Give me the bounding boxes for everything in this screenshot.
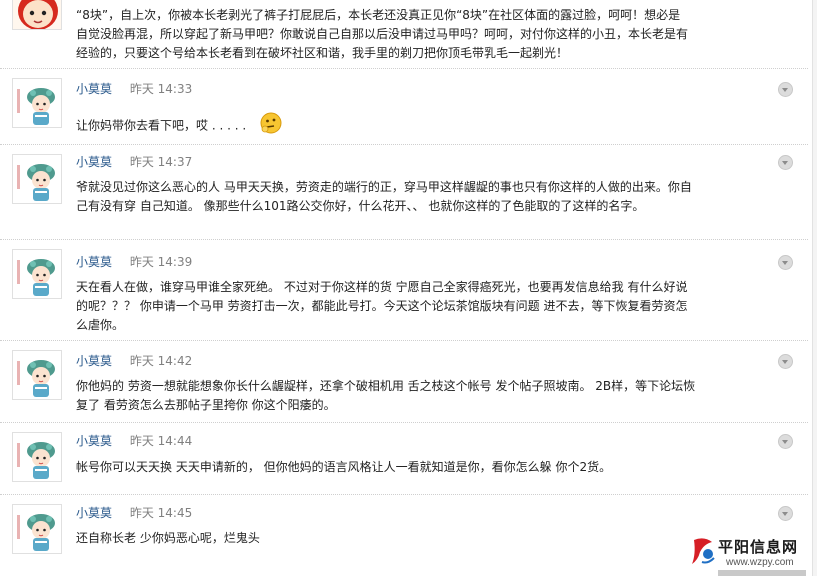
comment-menu-button[interactable] [778, 434, 793, 449]
watermark-bar [718, 570, 806, 576]
avatar[interactable] [12, 350, 62, 400]
comment-meta: 小莫莫 昨天 14:45 [76, 505, 192, 521]
post-time: 昨天 14:33 [129, 82, 193, 96]
post-time: 昨天 14:37 [129, 155, 193, 169]
comment-text: 天在看人在做，谁穿马甲谁全家死绝。 不过对于你这样的货 宁愿自己全家得癌死光，也… [76, 280, 688, 332]
comment-menu-button[interactable] [778, 155, 793, 170]
comment-text: 还自称长老 少你妈恶心呢，烂鬼头 [76, 531, 260, 545]
avatar[interactable] [12, 78, 62, 128]
cartoon-girl-avatar-icon [13, 505, 61, 553]
comment-item: 小莫莫 昨天 14:44 帐号你可以天天换 天天申请新的， 但你他妈的语言风格让… [0, 423, 808, 495]
user-name-link[interactable]: 小莫莫 [76, 155, 112, 169]
user-name-link[interactable]: 小莫莫 [76, 434, 112, 448]
comment-text: “8块”，自上次，你被本长老剥光了裤子打屁屁后，本长老还没真正见你“8块”在社区… [76, 8, 689, 60]
comment-item: 小莫莫 昨天 14:37 爷就没见过你这么恶心的人 马甲天天换，劳资走的端行的正… [0, 145, 808, 240]
thinking-emoji-icon [260, 112, 282, 140]
comment-text: 让你妈带你去看下吧，哎 . . . . . [76, 112, 696, 140]
comment-menu-button[interactable] [778, 255, 793, 270]
comment-item: 小莫莫 昨天 14:45 还自称长老 少你妈恶心呢，烂鬼头 [0, 495, 808, 576]
avatar[interactable] [12, 0, 62, 30]
comment-menu-button[interactable] [778, 506, 793, 521]
comment-meta: 小莫莫 昨天 14:39 [76, 254, 192, 270]
site-watermark: 平阳信息网 www.wzpy.com [690, 534, 815, 576]
comment-meta: 小莫莫 昨天 14:33 [76, 81, 192, 97]
comment-meta: 小莫莫 昨天 14:37 [76, 154, 192, 170]
comment-menu-button[interactable] [778, 82, 793, 97]
comment-meta: 小莫莫 昨天 14:44 [76, 433, 192, 449]
cartoon-boy-avatar-icon [13, 0, 61, 29]
comment-text-content: 让你妈带你去看下吧，哎 . . . . . [76, 118, 247, 133]
scrollbar-track[interactable] [812, 0, 817, 576]
comment-text: 帐号你可以天天换 天天申请新的， 但你他妈的语言风格让人一看就知道是你，看你怎么… [76, 460, 612, 474]
avatar[interactable] [12, 432, 62, 482]
user-name-link[interactable]: 小莫莫 [76, 506, 112, 520]
comment-meta: 小莫莫 昨天 14:42 [76, 353, 192, 369]
comment-item: 小莫莫 昨天 14:33 让你妈带你去看下吧，哎 . . . . . [0, 69, 808, 145]
cartoon-girl-avatar-icon [13, 79, 61, 127]
post-time: 昨天 14:44 [129, 434, 193, 448]
pingyang-logo-icon [690, 536, 716, 569]
user-name-link[interactable]: 小莫莫 [76, 82, 112, 96]
cartoon-girl-avatar-icon [13, 155, 61, 203]
comment-text: 你他妈的 劳资一想就能想象你长什么龌龊样，还拿个破相机用 舌之枝这个帐号 发个帖… [76, 379, 696, 412]
post-time: 昨天 14:39 [129, 255, 193, 269]
comment-text: 爷就没见过你这么恶心的人 马甲天天换，劳资走的端行的正，穿马甲这样龌龊的事也只有… [76, 180, 692, 213]
cartoon-girl-avatar-icon [13, 250, 61, 298]
user-name-link[interactable]: 小莫莫 [76, 255, 112, 269]
user-name-link[interactable]: 小莫莫 [76, 354, 112, 368]
watermark-url: www.wzpy.com [726, 557, 794, 568]
comment-item: 小莫莫 昨天 14:42 你他妈的 劳资一想就能想象你长什么龌龊样，还拿个破相机… [0, 341, 808, 423]
avatar[interactable] [12, 154, 62, 204]
comment-item: 小莫莫 昨天 14:39 天在看人在做，谁穿马甲谁全家死绝。 不过对于你这样的货… [0, 240, 808, 341]
cartoon-girl-avatar-icon [13, 351, 61, 399]
avatar[interactable] [12, 249, 62, 299]
comment-menu-button[interactable] [778, 354, 793, 369]
watermark-title: 平阳信息网 [718, 538, 799, 556]
comment-item: “8块”，自上次，你被本长老剥光了裤子打屁屁后，本长老还没真正见你“8块”在社区… [0, 0, 808, 69]
post-time: 昨天 14:45 [129, 506, 193, 520]
post-time: 昨天 14:42 [129, 354, 193, 368]
comment-thread-page: “8块”，自上次，你被本长老剥光了裤子打屁屁后，本长老还没真正见你“8块”在社区… [0, 0, 817, 576]
cartoon-girl-avatar-icon [13, 433, 61, 481]
avatar[interactable] [12, 504, 62, 554]
